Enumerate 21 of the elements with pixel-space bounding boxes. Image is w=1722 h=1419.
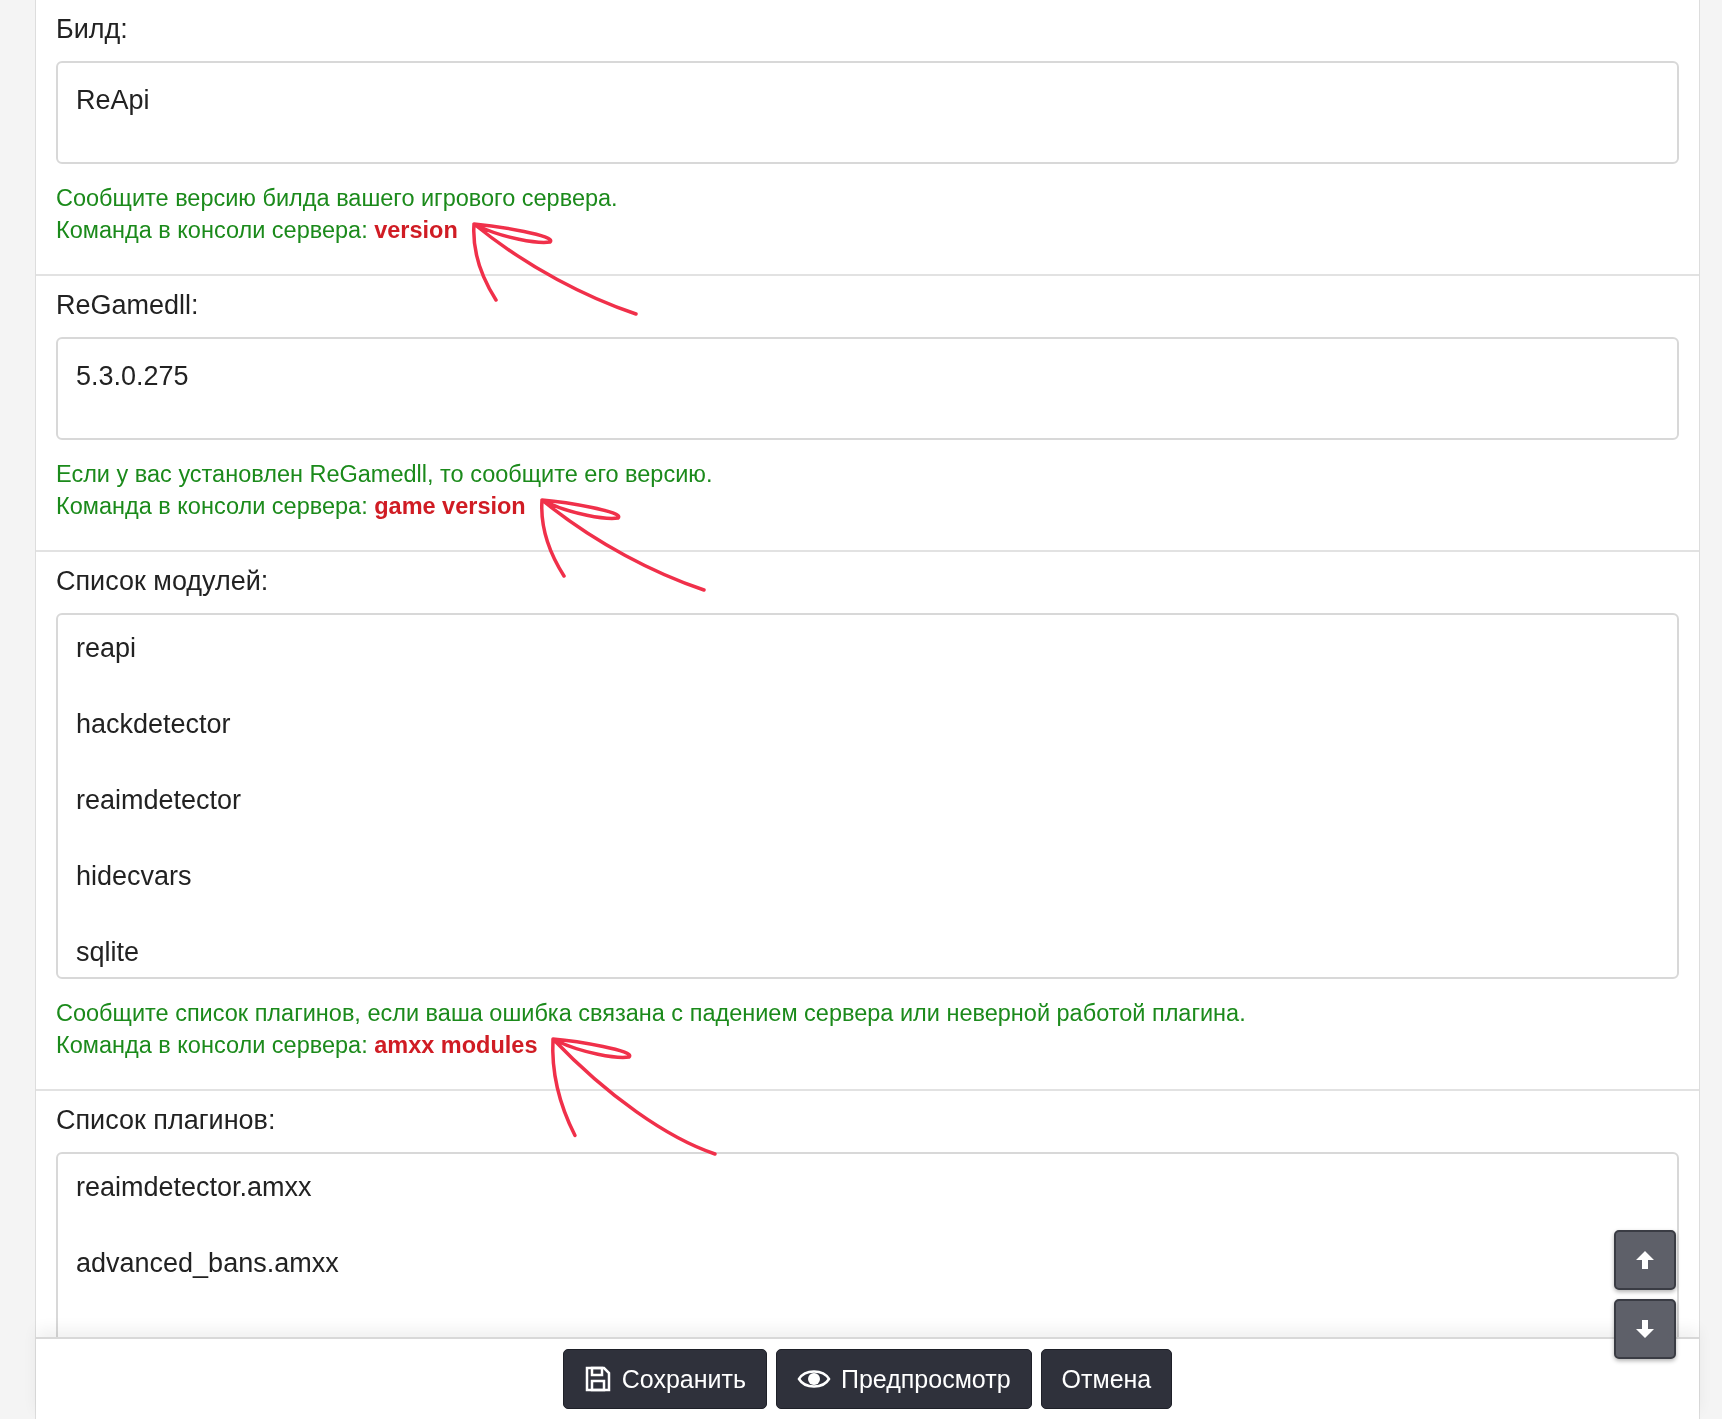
field-label: Список модулей:	[56, 566, 270, 597]
hint-text: Если у вас установлен ReGamedll, то сообщите его версию.	[56, 460, 714, 489]
command-hint-text: Команда в консоли сервера: game version	[56, 493, 526, 519]
field-label: Список плагинов:	[56, 1105, 277, 1136]
save-button[interactable]: Сохранить	[562, 1349, 767, 1409]
down-arrow-icon	[1634, 1318, 1656, 1340]
cancel-button[interactable]: Отмена	[1040, 1349, 1173, 1409]
preview-button[interactable]: Предпросмотр	[776, 1349, 1032, 1409]
input-field[interactable]: 5.3.0.275	[56, 337, 1679, 440]
text-area[interactable]: reapi hackdetector reaimdetector hidecvars sqlite	[56, 613, 1679, 979]
field-label: Билд:	[56, 14, 129, 45]
up-arrow-icon	[1634, 1249, 1656, 1271]
hint-text: Сообщите версию билда вашего игрового сервера.	[56, 184, 619, 213]
scroll-up-button[interactable]	[1614, 1230, 1676, 1290]
command-hint-text: Команда в консоли сервера: amxx modules	[56, 1032, 538, 1058]
input-field[interactable]: ReApi	[56, 61, 1679, 164]
command-hint-text: Команда в консоли сервера: version	[56, 217, 458, 243]
scroll-down-button[interactable]	[1614, 1299, 1676, 1359]
field-label: ReGamedll:	[56, 290, 200, 321]
eye-icon	[797, 1367, 831, 1391]
hint-text: Сообщите список плагинов, если ваша ошибка связана с падением сервера или неверной работой плагина.	[56, 999, 1247, 1028]
